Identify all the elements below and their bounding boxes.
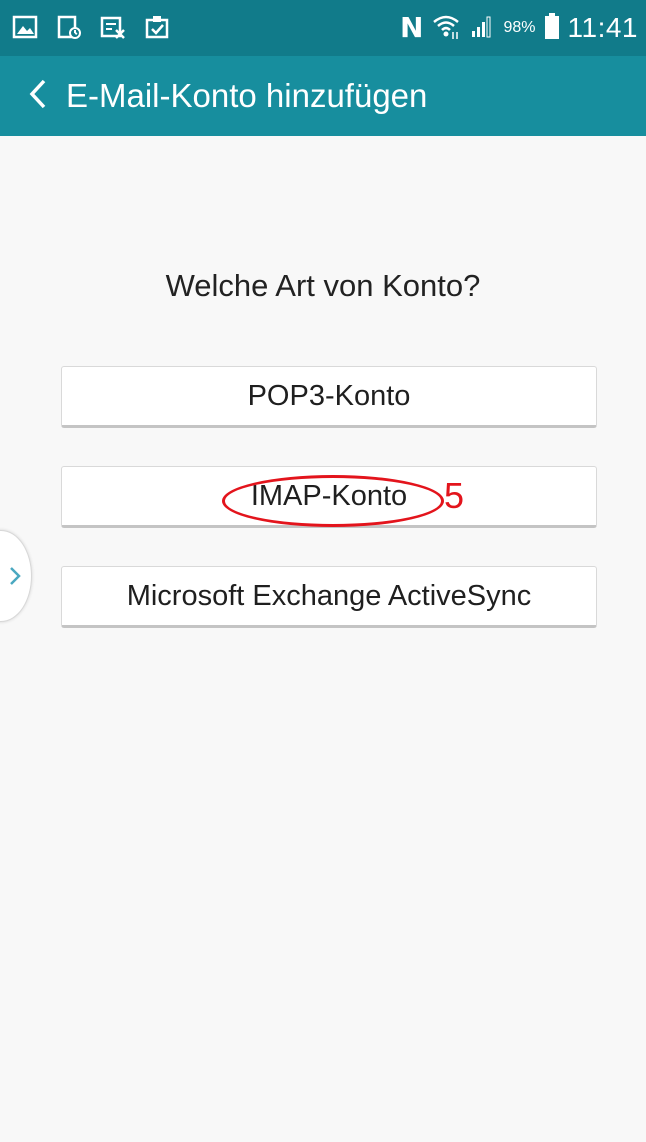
chevron-left-icon <box>28 78 48 115</box>
system-indicators: N 98% 11:41 <box>400 10 638 46</box>
chevron-right-icon <box>9 566 21 591</box>
status-bar: N 98% 11:41 <box>0 0 646 56</box>
page-title: E-Mail-Konto hinzufügen <box>66 77 428 114</box>
battery-percent: 98% <box>503 19 536 36</box>
clipboard-icon <box>144 14 170 40</box>
screenshot-icon <box>100 14 126 40</box>
pop3-account-label: POP3-Konto <box>247 380 411 412</box>
clock: 11:41 <box>567 12 638 43</box>
imap-account-label: IMAP-Konto <box>250 480 408 512</box>
exchange-activesync-label: Microsoft Exchange ActiveSync <box>126 580 532 612</box>
edge-panel-handle[interactable] <box>0 530 32 622</box>
gallery-icon <box>12 14 38 40</box>
imap-account-button[interactable]: IMAP-Konto <box>61 466 597 528</box>
wifi-icon <box>431 11 461 46</box>
back-button[interactable] <box>18 56 58 136</box>
pop3-account-button[interactable]: POP3-Konto <box>61 366 597 428</box>
screen-cast-icon <box>56 14 82 40</box>
signal-icon <box>469 13 495 44</box>
exchange-activesync-button[interactable]: Microsoft Exchange ActiveSync <box>61 566 597 628</box>
battery-icon <box>544 12 560 45</box>
account-type-question: Welche Art von Konto? <box>165 268 481 303</box>
annotation-step-number: 5 <box>444 475 465 516</box>
app-bar: E-Mail-Konto hinzufügen <box>0 56 646 136</box>
notification-icons <box>12 14 170 40</box>
nfc-icon: N <box>400 11 424 44</box>
